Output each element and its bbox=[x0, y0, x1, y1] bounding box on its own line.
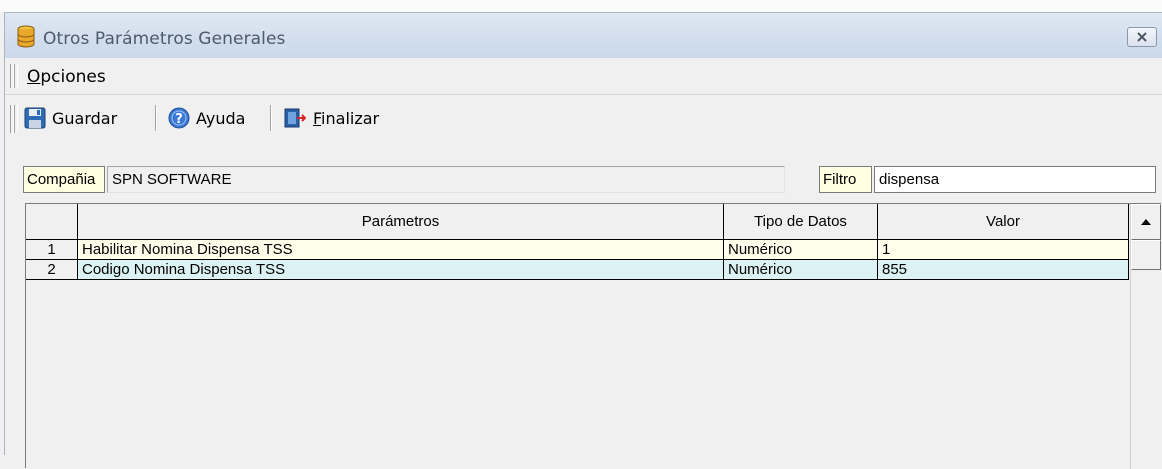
arrow-up-icon bbox=[1141, 219, 1151, 225]
cell-parametro[interactable]: Codigo Nomina Dispensa TSS bbox=[78, 260, 724, 280]
cell-valor[interactable]: 855 bbox=[878, 260, 1129, 280]
toolbar-grip bbox=[14, 105, 18, 133]
menu-opciones-mnemonic: O bbox=[27, 67, 41, 87]
svg-text:?: ? bbox=[175, 112, 183, 127]
finalizar-rest: inalizar bbox=[321, 108, 380, 128]
guardar-button[interactable]: Guardar bbox=[24, 106, 117, 130]
dialog-window: Otros Parámetros Generales Opciones Guar… bbox=[4, 12, 1162, 469]
grid-header: Parámetros Tipo de Datos Valor bbox=[26, 204, 1129, 240]
row-number[interactable]: 2 bbox=[26, 260, 78, 280]
database-icon bbox=[17, 25, 35, 48]
column-header-rownum[interactable] bbox=[26, 204, 78, 240]
close-icon bbox=[1137, 32, 1147, 42]
row-number[interactable]: 1 bbox=[26, 240, 78, 260]
filter-row: Compañia SPN SOFTWARE Filtro dispensa bbox=[5, 143, 1162, 203]
scroll-thumb[interactable] bbox=[1131, 240, 1161, 270]
cell-valor[interactable]: 1 bbox=[878, 240, 1129, 260]
guardar-label: Guardar bbox=[52, 108, 118, 128]
window-title: Otros Parámetros Generales bbox=[43, 29, 286, 49]
filtro-label: Filtro bbox=[819, 166, 872, 193]
close-button[interactable] bbox=[1127, 27, 1157, 47]
menu-bar: Opciones bbox=[5, 58, 1162, 95]
table-row[interactable]: 2 Codigo Nomina Dispensa TSS Numérico 85… bbox=[26, 260, 1129, 280]
menu-opciones-label: pciones bbox=[40, 67, 106, 87]
parameters-grid: Parámetros Tipo de Datos Valor 1 Habilit… bbox=[25, 203, 1161, 469]
title-bar[interactable]: Otros Parámetros Generales bbox=[5, 13, 1162, 58]
scroll-up-button[interactable] bbox=[1131, 204, 1161, 240]
cell-tipo[interactable]: Numérico bbox=[724, 240, 878, 260]
toolbar-separator bbox=[270, 105, 272, 131]
exit-door-icon bbox=[284, 108, 307, 128]
ayuda-button[interactable]: ? Ayuda bbox=[168, 106, 245, 130]
compania-field: SPN SOFTWARE bbox=[107, 166, 785, 193]
menu-grip bbox=[14, 64, 18, 88]
finalizar-label: Finalizar bbox=[313, 109, 379, 128]
vertical-scrollbar[interactable] bbox=[1130, 204, 1161, 469]
top-strip bbox=[0, 0, 1162, 12]
table-row[interactable]: 1 Habilitar Nomina Dispensa TSS Numérico… bbox=[26, 240, 1129, 260]
toolbar-separator bbox=[155, 105, 157, 131]
cell-tipo[interactable]: Numérico bbox=[724, 260, 878, 280]
cell-parametro[interactable]: Habilitar Nomina Dispensa TSS bbox=[78, 240, 724, 260]
menu-opciones[interactable]: Opciones bbox=[27, 67, 106, 87]
ayuda-label: Ayuda bbox=[196, 108, 246, 128]
finalizar-button[interactable]: Finalizar bbox=[283, 106, 379, 130]
finalizar-mnemonic: F bbox=[313, 108, 322, 128]
column-header-parametros[interactable]: Parámetros bbox=[78, 204, 724, 240]
compania-label: Compañia bbox=[23, 166, 105, 193]
column-header-valor[interactable]: Valor bbox=[878, 204, 1129, 240]
filtro-input[interactable]: dispensa bbox=[874, 166, 1156, 193]
help-icon: ? bbox=[168, 107, 190, 129]
column-header-tipo[interactable]: Tipo de Datos bbox=[724, 204, 878, 240]
toolbar: Guardar ? Ayuda Finalizar bbox=[5, 95, 1162, 143]
save-icon bbox=[24, 107, 46, 129]
